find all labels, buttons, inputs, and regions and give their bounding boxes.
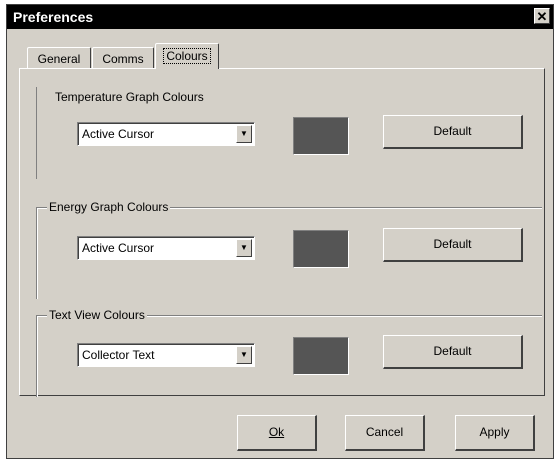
- tab-colours[interactable]: Colours: [155, 43, 219, 69]
- tab-general[interactable]: General: [27, 47, 91, 69]
- cancel-button[interactable]: Cancel: [345, 415, 425, 451]
- chevron-down-icon[interactable]: ▼: [236, 346, 252, 364]
- group-label: Energy Graph Colours: [47, 200, 171, 214]
- tab-comms-label: Comms: [102, 52, 144, 66]
- energy-colour-select[interactable]: Active Cursor ▼: [77, 236, 255, 260]
- ok-button-label: Ok: [268, 425, 285, 439]
- cancel-button-label: Cancel: [365, 425, 404, 439]
- temperature-colour-select[interactable]: Active Cursor ▼: [77, 122, 255, 146]
- colours-tab-panel: Temperature Graph Colours Active Cursor …: [19, 68, 545, 397]
- ok-button[interactable]: Ok: [237, 415, 317, 451]
- chevron-down-icon[interactable]: ▼: [236, 239, 252, 257]
- energy-default-button[interactable]: Default: [383, 228, 523, 262]
- chevron-down-icon[interactable]: ▼: [236, 125, 252, 143]
- tab-colours-label: Colours: [163, 48, 211, 64]
- text-view-default-button[interactable]: Default: [383, 335, 523, 369]
- text-view-colours-group: Text View Colours Collector Text ▼ Defau…: [36, 308, 542, 397]
- group-label: Text View Colours: [47, 308, 147, 322]
- tab-general-label: General: [37, 52, 81, 66]
- tab-comms[interactable]: Comms: [92, 47, 154, 69]
- temperature-colour-swatch[interactable]: [293, 117, 349, 155]
- close-icon[interactable]: ✕: [534, 8, 550, 24]
- apply-button[interactable]: Apply: [455, 415, 535, 451]
- combo-value: Collector Text: [82, 348, 155, 362]
- energy-graph-colours-group: Energy Graph Colours Active Cursor ▼ Def…: [36, 200, 542, 299]
- text-view-colour-select[interactable]: Collector Text ▼: [77, 343, 255, 367]
- temperature-graph-colours-group: Temperature Graph Colours Active Cursor …: [36, 87, 542, 179]
- text-view-colour-swatch[interactable]: [293, 337, 349, 375]
- energy-colour-swatch[interactable]: [293, 230, 349, 268]
- combo-value: Active Cursor: [82, 241, 155, 255]
- group-label: Temperature Graph Colours: [53, 90, 206, 104]
- title-bar[interactable]: Preferences ✕: [7, 5, 553, 29]
- temperature-default-button[interactable]: Default: [383, 115, 523, 149]
- preferences-dialog: Preferences ✕ General Comms Colours Temp…: [6, 4, 554, 459]
- window-title: Preferences: [13, 9, 94, 25]
- combo-value: Active Cursor: [82, 127, 155, 141]
- apply-button-label: Apply: [479, 425, 510, 439]
